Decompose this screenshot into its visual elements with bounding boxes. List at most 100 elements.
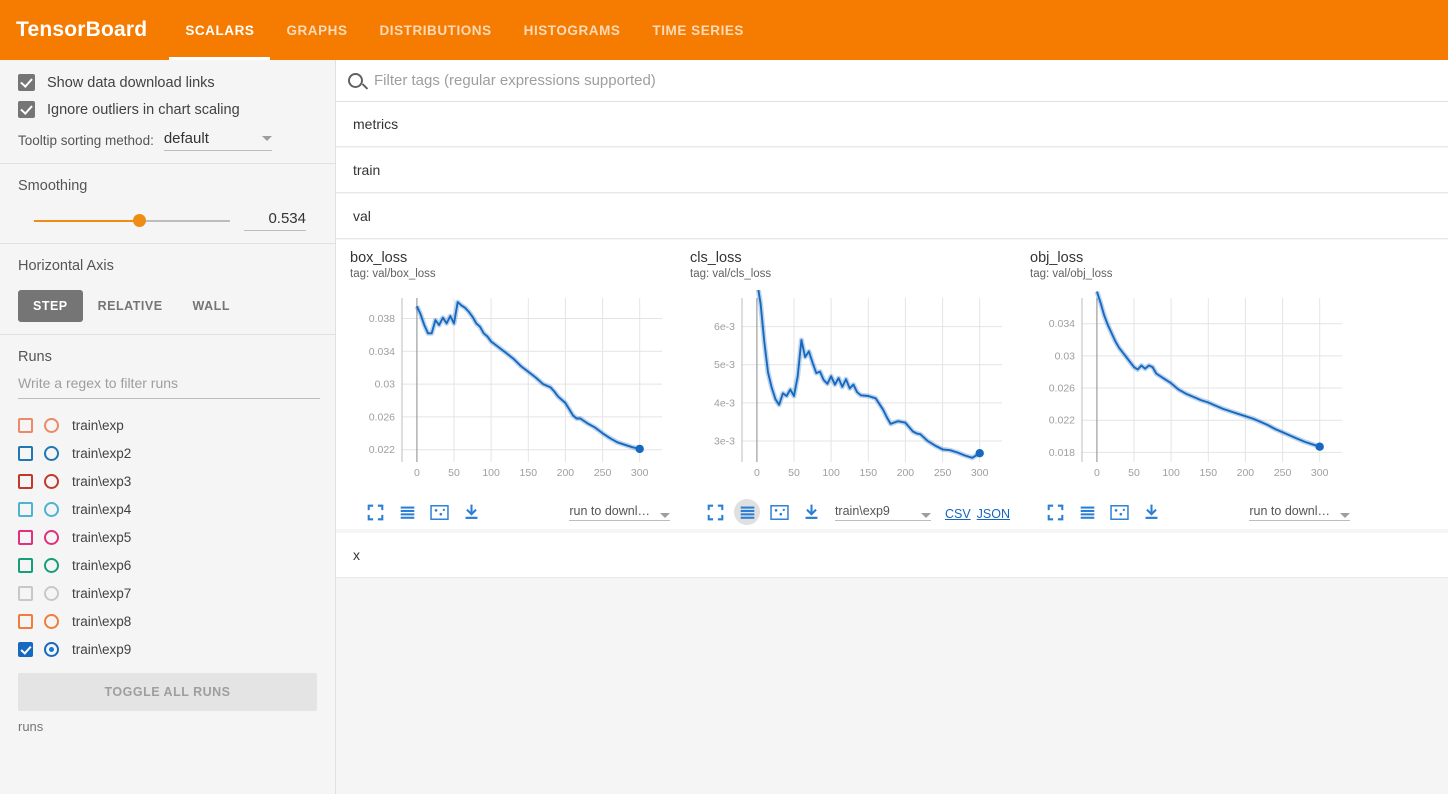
tab-distributions[interactable]: DISTRIBUTIONS	[364, 0, 508, 60]
setting-checkbox-row-1[interactable]: Ignore outliers in chart scaling	[18, 101, 317, 118]
run-checkbox-icon[interactable]	[18, 417, 33, 433]
smoothing-section: Smoothing 0.534	[0, 164, 335, 243]
settings-checkbox-list: Show data download links Ignore outliers …	[18, 74, 317, 118]
chart-plot: 0.022 0.026 0.03 0.034 0.038 0 50 100 150 200 250 3…	[369, 298, 662, 479]
svg-text:0: 0	[414, 467, 420, 479]
run-checkbox-icon[interactable]	[18, 557, 33, 573]
run-row-6[interactable]: train\exp6	[18, 551, 317, 579]
run-radio-icon[interactable]	[44, 613, 59, 629]
run-download-select[interactable]: train\exp9	[834, 504, 931, 521]
fullscreen-icon[interactable]	[1042, 499, 1068, 525]
fit-domain-icon[interactable]	[1106, 499, 1132, 525]
chart-toolbar: run to downl…	[350, 499, 670, 525]
tab-histograms[interactable]: HISTOGRAMS	[508, 0, 637, 60]
runs-list: train\exp train\exp2 train\exp3 train\exp4 t…	[18, 411, 317, 663]
search-icon	[348, 73, 363, 88]
run-checkbox-icon[interactable]	[18, 641, 33, 657]
smoothing-value-input[interactable]: 0.534	[244, 210, 306, 231]
data-series-icon[interactable]	[1074, 499, 1100, 525]
run-label: train\exp5	[72, 529, 132, 545]
svg-text:250: 250	[934, 467, 952, 479]
download-icon[interactable]	[798, 499, 824, 525]
svg-text:300: 300	[631, 467, 649, 479]
json-download-link[interactable]: JSON	[977, 507, 1010, 521]
csv-download-link[interactable]: CSV	[945, 507, 971, 521]
download-icon[interactable]	[458, 499, 484, 525]
run-download-select[interactable]: run to downl…	[569, 504, 670, 521]
run-checkbox-icon[interactable]	[18, 529, 33, 545]
smoothing-slider[interactable]	[18, 212, 230, 230]
svg-text:300: 300	[971, 467, 989, 479]
tab-time-series[interactable]: TIME SERIES	[636, 0, 760, 60]
run-row-5[interactable]: train\exp5	[18, 523, 317, 551]
tag-filter-bar[interactable]: Filter tags (regular expressions support…	[336, 60, 1448, 102]
accordion-val[interactable]: val	[336, 194, 1448, 239]
run-row-9[interactable]: train\exp9	[18, 635, 317, 663]
run-radio-icon[interactable]	[44, 445, 59, 461]
accordion-train[interactable]: train	[336, 148, 1448, 193]
chart-title: cls_loss	[690, 250, 742, 266]
run-row-2[interactable]: train\exp2	[18, 439, 317, 467]
runs-filter-input[interactable]: Write a regex to filter runs	[18, 375, 320, 399]
accordion-metrics[interactable]: metrics	[336, 102, 1448, 147]
chart-download-controls: train\exp9 CSV JSON	[834, 504, 1010, 521]
accordion-x[interactable]: x	[336, 533, 1448, 578]
data-series-icon[interactable]	[734, 499, 760, 525]
runs-section: Runs Write a regex to filter runs train\…	[0, 335, 335, 663]
run-radio-icon[interactable]	[44, 529, 59, 545]
tag-filter-input[interactable]: Filter tags (regular expressions support…	[374, 72, 656, 89]
chevron-down-icon	[920, 512, 931, 518]
tooltip-sorting-row: Tooltip sorting method: default	[18, 130, 317, 151]
run-checkbox-icon[interactable]	[18, 473, 33, 489]
run-row-1[interactable]: train\exp	[18, 411, 317, 439]
toggle-all-runs-button[interactable]: TOGGLE ALL RUNS	[18, 673, 317, 711]
run-radio-icon[interactable]	[44, 557, 59, 573]
axis-option-step[interactable]: STEP	[18, 290, 83, 322]
run-row-7[interactable]: train\exp7	[18, 579, 317, 607]
run-radio-icon[interactable]	[44, 585, 59, 601]
run-radio-icon[interactable]	[44, 641, 59, 657]
axis-option-wall[interactable]: WALL	[178, 290, 245, 322]
run-label: train\exp9	[72, 641, 132, 657]
fullscreen-icon[interactable]	[362, 499, 388, 525]
run-checkbox-icon[interactable]	[18, 501, 33, 517]
fullscreen-icon[interactable]	[702, 499, 728, 525]
fit-domain-icon[interactable]	[426, 499, 452, 525]
svg-text:150: 150	[860, 467, 878, 479]
svg-text:0.026: 0.026	[369, 411, 395, 423]
tooltip-sorting-select[interactable]: default	[163, 130, 272, 151]
checkbox-icon[interactable]	[18, 101, 35, 118]
tab-graphs[interactable]: GRAPHS	[270, 0, 363, 60]
run-download-select[interactable]: run to downl…	[1249, 504, 1350, 521]
fit-domain-icon[interactable]	[766, 499, 792, 525]
run-radio-icon[interactable]	[44, 501, 59, 517]
slider-thumb[interactable]	[132, 213, 146, 227]
run-row-8[interactable]: train\exp8	[18, 607, 317, 635]
chart-toolbar: train\exp9 CSV JSON	[690, 499, 1010, 525]
run-checkbox-icon[interactable]	[18, 585, 33, 601]
run-row-3[interactable]: train\exp3	[18, 467, 317, 495]
checkbox-icon[interactable]	[18, 74, 35, 91]
axis-option-relative[interactable]: RELATIVE	[83, 290, 178, 322]
horizontal-axis-options: STEP RELATIVE WALL	[18, 290, 317, 322]
accordion-list-top: metrics train	[336, 102, 1448, 193]
svg-text:0.03: 0.03	[1055, 350, 1076, 362]
run-label: train\exp7	[72, 585, 132, 601]
run-checkbox-icon[interactable]	[18, 613, 33, 629]
chart-plot: 0.018 0.022 0.026 0.03 0.034 0 50 100 150 200 250 3…	[1049, 290, 1342, 479]
chart-card-group: box_loss tag: val/box_loss 0.022 0.026 0.03 0…	[336, 240, 1448, 529]
run-row-4[interactable]: train\exp4	[18, 495, 317, 523]
svg-text:5e-3: 5e-3	[714, 359, 735, 371]
chart-title: box_loss	[350, 250, 408, 266]
run-radio-icon[interactable]	[44, 473, 59, 489]
run-radio-icon[interactable]	[44, 417, 59, 433]
data-series-icon[interactable]	[394, 499, 420, 525]
run-download-value: run to downl…	[569, 503, 650, 518]
tab-scalars[interactable]: SCALARS	[169, 0, 271, 60]
svg-text:0.034: 0.034	[369, 346, 395, 358]
setting-checkbox-row-0[interactable]: Show data download links	[18, 74, 317, 91]
svg-text:150: 150	[520, 467, 538, 479]
runs-footer-label: runs	[18, 719, 44, 734]
download-icon[interactable]	[1138, 499, 1164, 525]
run-checkbox-icon[interactable]	[18, 445, 33, 461]
